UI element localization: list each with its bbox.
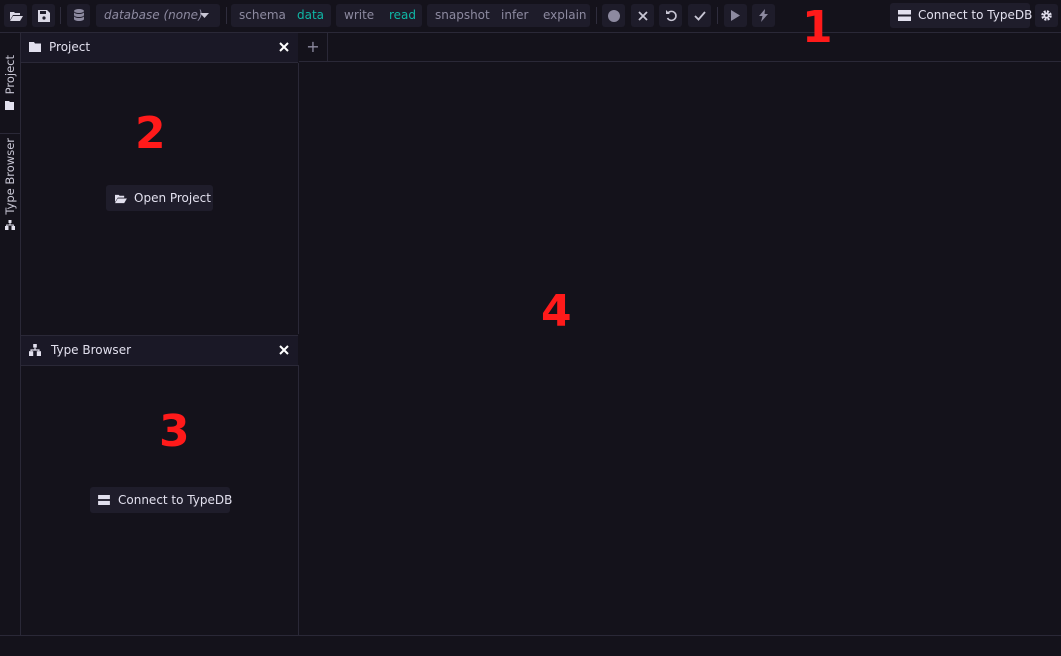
snapshot-option[interactable]: snapshot — [435, 8, 490, 23]
session-type-toggle: schema data — [231, 4, 331, 27]
tool-window-bar: Project Type Browser — [0, 33, 21, 635]
transaction-status-button[interactable] — [602, 4, 625, 27]
open-folder-button[interactable] — [4, 4, 27, 27]
check-icon — [693, 10, 706, 21]
toolbar: database (none) schema data write read s… — [0, 0, 1061, 33]
save-button[interactable] — [32, 4, 55, 27]
editor-area[interactable] — [299, 62, 1061, 635]
open-project-label: Open Project — [134, 191, 211, 205]
caret-down-icon — [200, 13, 209, 18]
project-panel-header: Project — [21, 33, 298, 63]
database-icon — [73, 9, 84, 21]
session-data-option[interactable]: data — [297, 8, 324, 23]
save-icon — [37, 9, 50, 22]
rail-tab-project-label: Project — [3, 55, 17, 95]
connect-to-typedb-label: Connect to TypeDB — [918, 8, 1033, 22]
transaction-type-toggle: write read — [336, 4, 422, 27]
rail-tab-project[interactable]: Project — [0, 33, 20, 134]
database-button[interactable] — [67, 4, 90, 27]
rail-tab-type-browser-label: Type Browser — [3, 138, 17, 215]
type-browser-panel-title: Type Browser — [51, 343, 132, 357]
type-browser-panel-header: Type Browser — [21, 335, 298, 366]
connect-to-typedb-button[interactable]: Connect to TypeDB — [890, 3, 1033, 28]
session-schema-option[interactable]: schema — [239, 8, 286, 23]
annotation-2: 2 — [135, 108, 166, 159]
bolt-icon — [759, 9, 768, 22]
run-query-button[interactable] — [724, 4, 747, 27]
circle-icon — [607, 9, 620, 22]
settings-button[interactable] — [1035, 4, 1058, 27]
close-icon[interactable] — [279, 42, 289, 52]
open-project-button[interactable]: Open Project — [106, 185, 213, 211]
annotation-4: 4 — [541, 286, 572, 337]
transaction-write-option[interactable]: write — [344, 8, 374, 23]
type-browser-connect-label: Connect to TypeDB — [118, 493, 233, 507]
close-icon[interactable] — [279, 345, 289, 355]
folder-icon — [29, 42, 41, 52]
explain-option[interactable]: explain — [543, 8, 587, 23]
stop-signal-button[interactable] — [752, 4, 775, 27]
close-transaction-button[interactable] — [631, 4, 654, 27]
sitemap-icon — [29, 344, 41, 356]
transaction-options: snapshot infer explain — [427, 4, 590, 27]
undo-icon — [665, 9, 677, 21]
gear-icon — [1041, 10, 1052, 21]
close-icon — [637, 10, 648, 21]
folder-icon — [5, 101, 14, 110]
project-panel-title: Project — [49, 40, 91, 54]
infer-option[interactable]: infer — [501, 8, 528, 23]
annotation-3: 3 — [159, 406, 190, 457]
folder-open-icon — [9, 11, 23, 21]
play-icon — [731, 10, 740, 21]
server-icon — [98, 495, 110, 505]
commit-button[interactable] — [688, 4, 711, 27]
annotation-1: 1 — [802, 2, 833, 53]
rail-tab-type-browser[interactable]: Type Browser — [0, 134, 20, 234]
plus-icon: + — [306, 37, 320, 56]
transaction-read-option[interactable]: read — [389, 8, 416, 23]
sitemap-icon — [5, 220, 15, 230]
editor-tab-bar: + — [299, 33, 1061, 62]
type-browser-connect-button[interactable]: Connect to TypeDB — [90, 487, 233, 513]
folder-open-icon — [115, 194, 127, 204]
status-bar — [0, 635, 1061, 656]
rollback-button[interactable] — [659, 4, 682, 27]
server-icon — [898, 10, 911, 21]
database-selector-label: database (none) — [104, 8, 203, 22]
new-tab-button[interactable]: + — [299, 33, 328, 61]
database-selector[interactable]: database (none) — [96, 4, 220, 27]
